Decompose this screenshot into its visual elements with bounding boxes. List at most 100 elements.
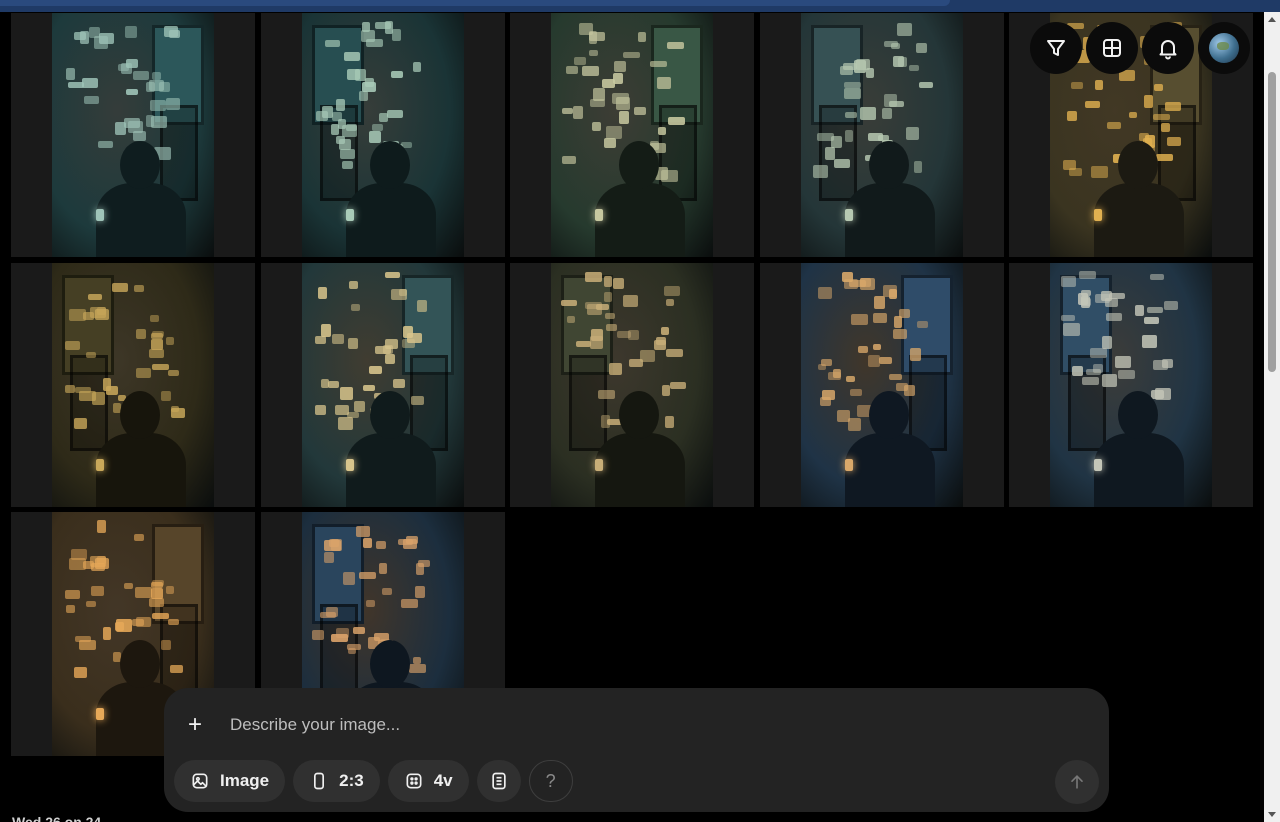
style-settings-button[interactable] bbox=[476, 760, 521, 802]
floating-message-card bbox=[628, 329, 639, 340]
floating-message-card bbox=[106, 385, 118, 395]
floating-message-card bbox=[1161, 123, 1170, 132]
floating-message-card bbox=[364, 78, 374, 87]
floating-message-card bbox=[666, 298, 674, 306]
floating-message-card bbox=[152, 613, 169, 619]
prompt-panel: + Image 2:3 4v ? bbox=[164, 688, 1109, 812]
send-button[interactable] bbox=[1055, 760, 1099, 804]
floating-message-card bbox=[561, 299, 577, 306]
grid-view-button[interactable] bbox=[1086, 22, 1138, 74]
glowing-phone bbox=[96, 708, 104, 720]
floating-message-card bbox=[125, 26, 137, 38]
floating-message-card bbox=[124, 583, 133, 589]
silhouette-head bbox=[868, 141, 909, 189]
floating-message-card bbox=[346, 69, 360, 80]
floating-message-card bbox=[65, 384, 75, 393]
floating-message-card bbox=[136, 617, 151, 627]
silhouette-head bbox=[120, 141, 160, 189]
floating-message-card bbox=[670, 381, 686, 389]
floating-message-card bbox=[883, 94, 897, 107]
gallery-image-tile[interactable] bbox=[510, 262, 754, 507]
floating-message-card bbox=[124, 118, 140, 128]
generated-image bbox=[551, 13, 713, 257]
floating-message-card bbox=[168, 369, 179, 376]
gallery-image-tile[interactable] bbox=[260, 13, 505, 257]
floating-message-card bbox=[657, 77, 671, 89]
add-attachment-button[interactable]: + bbox=[184, 713, 206, 737]
floating-message-card bbox=[412, 657, 421, 664]
floating-message-card bbox=[353, 400, 365, 412]
filter-button[interactable] bbox=[1030, 22, 1082, 74]
page-scrollbar[interactable] bbox=[1264, 12, 1280, 822]
gallery-image-tile[interactable] bbox=[510, 13, 754, 257]
floating-message-card bbox=[585, 271, 602, 282]
floating-message-card bbox=[598, 389, 615, 399]
floating-message-card bbox=[1102, 335, 1112, 349]
top-action-bar bbox=[1030, 22, 1250, 74]
floating-message-card bbox=[1063, 322, 1080, 336]
floating-message-card bbox=[1067, 111, 1077, 121]
scroll-up-arrow-icon[interactable] bbox=[1268, 17, 1276, 22]
floating-message-card bbox=[623, 52, 640, 58]
floating-message-card bbox=[888, 373, 902, 380]
floating-message-card bbox=[1147, 306, 1163, 313]
floating-message-card bbox=[640, 349, 655, 362]
prompt-controls: Image 2:3 4v ? bbox=[174, 760, 573, 802]
floating-message-card bbox=[827, 371, 841, 380]
floating-message-card bbox=[384, 271, 400, 278]
floating-message-card bbox=[378, 563, 387, 574]
notifications-button[interactable] bbox=[1142, 22, 1194, 74]
floating-message-card bbox=[414, 586, 425, 598]
floating-message-card bbox=[573, 106, 583, 119]
silhouette-body bbox=[844, 183, 935, 257]
variations-grid-icon bbox=[406, 773, 422, 789]
profile-avatar-button[interactable] bbox=[1198, 22, 1250, 74]
gallery-image-tile[interactable] bbox=[260, 262, 505, 507]
gallery-image-tile[interactable] bbox=[759, 13, 1004, 257]
floating-message-card bbox=[1154, 84, 1163, 91]
prompt-input[interactable] bbox=[230, 710, 1050, 740]
scroll-down-arrow-icon[interactable] bbox=[1268, 812, 1276, 817]
gallery-image-tile[interactable] bbox=[11, 262, 255, 507]
silhouette-body bbox=[1094, 432, 1184, 507]
floating-message-card bbox=[341, 161, 353, 169]
floating-message-card bbox=[656, 336, 666, 345]
floating-message-card bbox=[612, 93, 629, 104]
floating-message-card bbox=[589, 31, 597, 44]
help-button[interactable]: ? bbox=[528, 760, 573, 802]
floating-message-card bbox=[331, 333, 344, 344]
floating-message-card bbox=[390, 71, 403, 78]
floating-message-card bbox=[1082, 376, 1099, 385]
floating-message-card bbox=[1139, 133, 1149, 141]
silhouette-body bbox=[595, 432, 685, 507]
silhouette-head bbox=[120, 640, 160, 688]
floating-message-card bbox=[667, 42, 684, 49]
floating-message-card bbox=[574, 57, 586, 65]
floating-message-card bbox=[133, 71, 149, 80]
gallery-image-tile[interactable] bbox=[1009, 262, 1253, 507]
image-mode-button[interactable]: Image bbox=[174, 760, 286, 802]
generated-image bbox=[301, 13, 464, 257]
floating-message-card bbox=[330, 124, 339, 135]
floating-message-card bbox=[867, 133, 883, 141]
glowing-phone bbox=[844, 209, 853, 221]
floating-message-card bbox=[112, 282, 128, 292]
floating-message-card bbox=[1164, 300, 1178, 310]
floating-message-card bbox=[347, 337, 358, 349]
gallery-image-tile[interactable] bbox=[759, 262, 1004, 507]
aspect-ratio-button[interactable]: 2:3 bbox=[293, 760, 380, 802]
scrollbar-thumb[interactable] bbox=[1268, 72, 1276, 372]
floating-message-card bbox=[1118, 369, 1135, 379]
floating-message-card bbox=[1093, 363, 1103, 373]
variations-button[interactable]: 4v bbox=[387, 760, 469, 802]
floating-message-card bbox=[311, 630, 324, 640]
grid-icon bbox=[1103, 39, 1121, 57]
floating-message-card bbox=[604, 291, 612, 302]
gallery-image-tile[interactable] bbox=[11, 13, 255, 257]
floating-message-card bbox=[872, 343, 881, 350]
floating-message-card bbox=[82, 78, 98, 88]
generated-image bbox=[800, 262, 963, 507]
floating-message-card bbox=[150, 314, 159, 322]
floating-message-card bbox=[896, 23, 912, 36]
browser-tab-edge bbox=[0, 0, 950, 6]
